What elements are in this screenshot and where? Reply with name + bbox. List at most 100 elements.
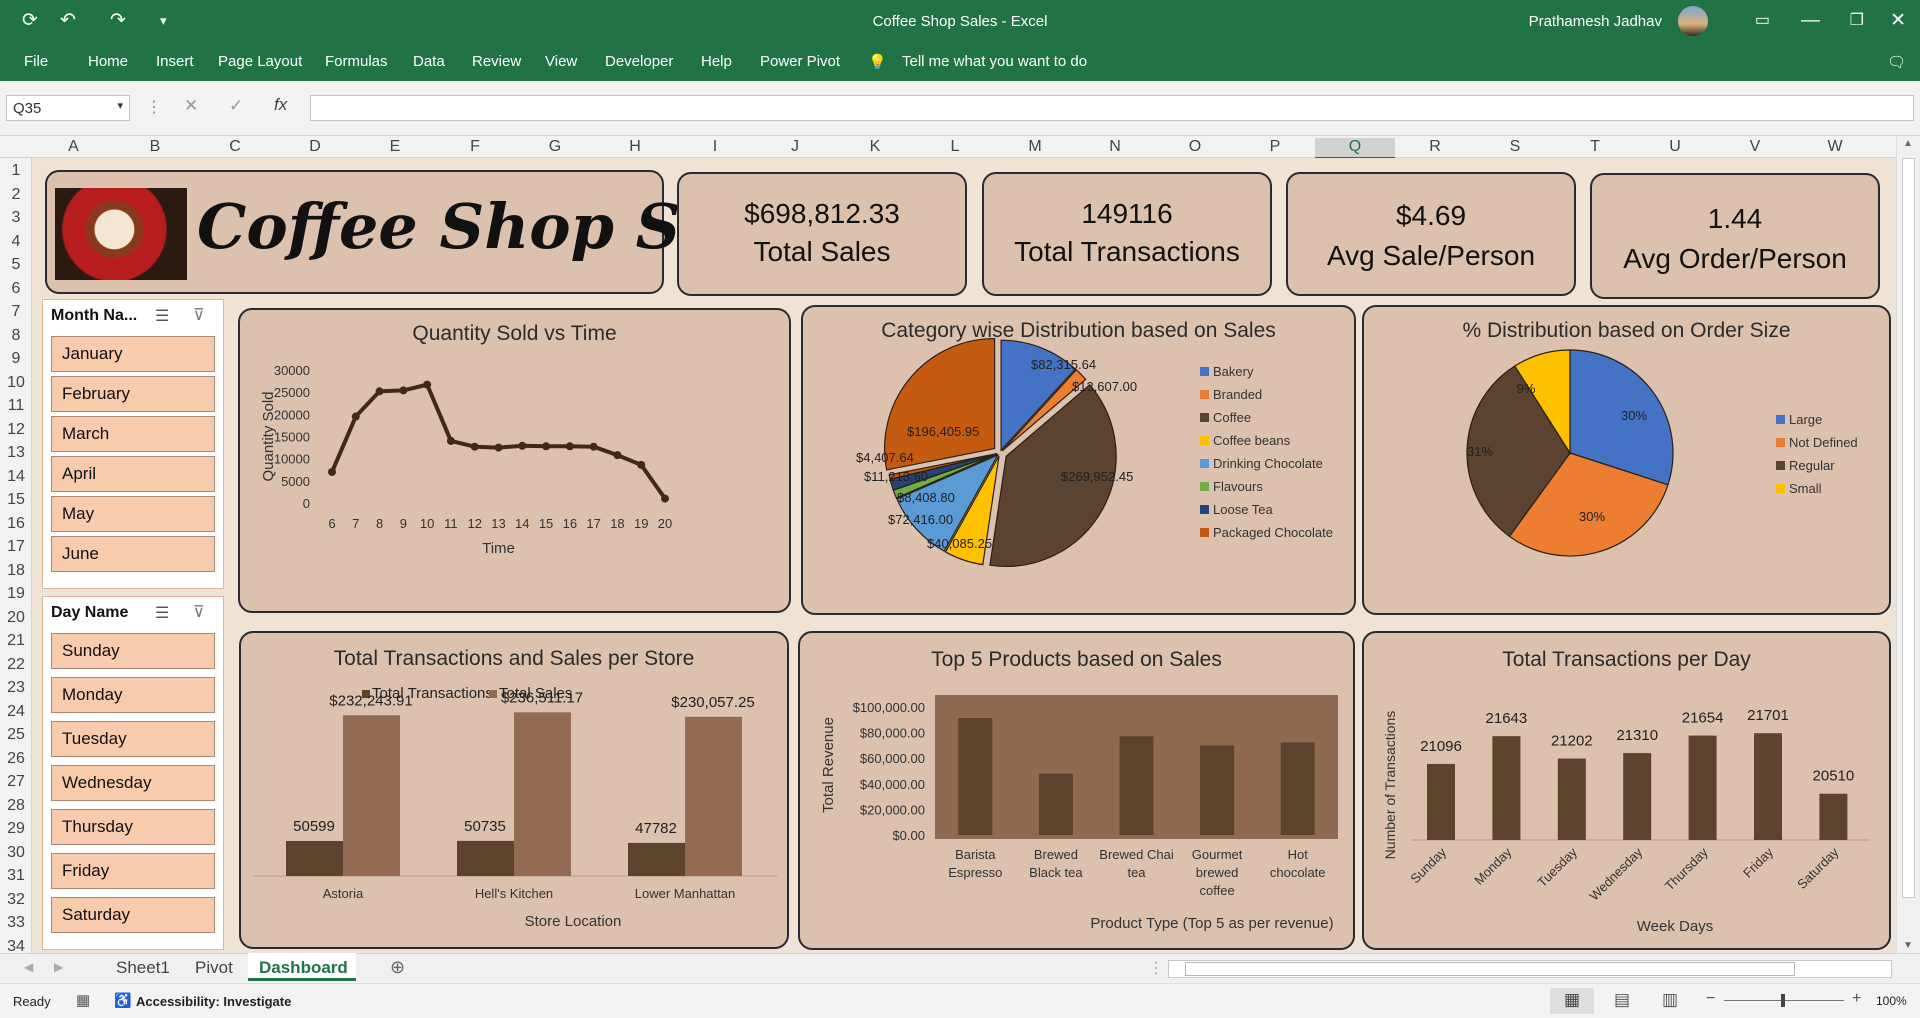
column-header-o[interactable]: O (1155, 138, 1235, 156)
row-header-10[interactable]: 10 (0, 374, 32, 392)
insert-function-icon[interactable]: fx (274, 95, 287, 115)
zoom-out-icon[interactable]: − (1706, 990, 1715, 1008)
more-options-icon[interactable]: ⋮ (146, 97, 162, 117)
multi-select-icon[interactable]: ☰ (155, 603, 169, 623)
user-name[interactable]: Prathamesh Jadhav (1529, 13, 1662, 30)
accessibility-icon[interactable]: ♿ (114, 992, 131, 1009)
row-header-7[interactable]: 7 (0, 303, 32, 321)
zoom-slider-handle[interactable] (1781, 994, 1785, 1007)
store-chart-card[interactable]: Total Transactions and Sales per Store T… (239, 631, 789, 949)
confirm-entry-icon[interactable]: ✓ (229, 96, 243, 116)
row-header-16[interactable]: 16 (0, 515, 32, 533)
menu-power-pivot[interactable]: Power Pivot (760, 53, 840, 70)
menu-data[interactable]: Data (413, 53, 445, 70)
row-header-8[interactable]: 8 (0, 327, 32, 345)
comments-icon[interactable]: 🗨 (1887, 53, 1906, 71)
close-icon[interactable]: ✕ (1890, 10, 1906, 32)
scroll-thumb[interactable] (1902, 158, 1915, 898)
column-header-d[interactable]: D (275, 138, 355, 156)
column-header-v[interactable]: V (1715, 138, 1795, 156)
column-header-g[interactable]: G (515, 138, 595, 156)
row-header-32[interactable]: 32 (0, 891, 32, 909)
menu-view[interactable]: View (545, 53, 577, 70)
row-header-31[interactable]: 31 (0, 867, 32, 885)
column-header-n[interactable]: N (1075, 138, 1155, 156)
restore-icon[interactable]: ❐ (1850, 10, 1864, 32)
clear-filter-icon[interactable]: ⊽ (193, 305, 205, 325)
column-header-h[interactable]: H (595, 138, 675, 156)
slicer-item-january[interactable]: January (51, 336, 215, 372)
horizontal-scrollbar[interactable] (1168, 960, 1892, 978)
row-header-24[interactable]: 24 (0, 703, 32, 721)
row-header-2[interactable]: 2 (0, 186, 32, 204)
macro-record-icon[interactable]: ▦ (76, 991, 90, 1009)
minimize-icon[interactable]: — (1801, 10, 1820, 32)
slicer-item-sunday[interactable]: Sunday (51, 633, 215, 669)
tab-dashboard[interactable]: Dashboard (248, 953, 356, 981)
row-header-14[interactable]: 14 (0, 468, 32, 486)
column-header-c[interactable]: C (195, 138, 275, 156)
vertical-scrollbar[interactable]: ▲ ▼ (1896, 136, 1920, 953)
column-header-e[interactable]: E (355, 138, 435, 156)
column-header-f[interactable]: F (435, 138, 515, 156)
page-layout-view-icon[interactable]: ▤ (1614, 990, 1630, 1010)
column-header-m[interactable]: M (995, 138, 1075, 156)
tab-sheet1[interactable]: Sheet1 (116, 958, 170, 978)
row-header-6[interactable]: 6 (0, 280, 32, 298)
accessibility-status[interactable]: Accessibility: Investigate (136, 994, 291, 1009)
line-chart-card[interactable]: Quantity Sold vs Time 0 5000 10000 15000 200… (238, 308, 791, 613)
page-break-view-icon[interactable]: ▥ (1662, 990, 1678, 1010)
slicer-item-tuesday[interactable]: Tuesday (51, 721, 215, 757)
order-size-pie-card[interactable]: % Distribution based on Order Size 30% 30… (1362, 305, 1891, 615)
column-header-u[interactable]: U (1635, 138, 1715, 156)
column-header-s[interactable]: S (1475, 138, 1555, 156)
column-header-i[interactable]: I (675, 138, 755, 156)
slicer-item-saturday[interactable]: Saturday (51, 897, 215, 933)
next-sheet-icon[interactable]: ▶ (54, 960, 63, 974)
normal-view-button[interactable]: ▦ (1550, 988, 1594, 1014)
row-header-17[interactable]: 17 (0, 538, 32, 556)
column-header-r[interactable]: R (1395, 138, 1475, 156)
column-header-k[interactable]: K (835, 138, 915, 156)
row-header-30[interactable]: 30 (0, 844, 32, 862)
column-header-p[interactable]: P (1235, 138, 1315, 156)
category-pie-card[interactable]: Category wise Distribution based on Sale… (801, 305, 1356, 615)
row-header-9[interactable]: 9 (0, 350, 32, 368)
slicer-item-friday[interactable]: Friday (51, 853, 215, 889)
row-header-12[interactable]: 12 (0, 421, 32, 439)
slicer-item-thursday[interactable]: Thursday (51, 809, 215, 845)
slicer-item-wednesday[interactable]: Wednesday (51, 765, 215, 801)
row-header-19[interactable]: 19 (0, 585, 32, 603)
slicer-item-april[interactable]: April (51, 456, 215, 492)
column-header-j[interactable]: J (755, 138, 835, 156)
cancel-entry-icon[interactable]: ✕ (184, 96, 198, 116)
row-header-33[interactable]: 33 (0, 914, 32, 932)
row-header-15[interactable]: 15 (0, 491, 32, 509)
clear-filter-icon[interactable]: ⊽ (193, 602, 205, 622)
row-header-26[interactable]: 26 (0, 750, 32, 768)
column-header-a[interactable]: A (32, 138, 115, 156)
prev-sheet-icon[interactable]: ◀ (24, 960, 33, 974)
row-header-20[interactable]: 20 (0, 609, 32, 627)
scroll-up-icon[interactable]: ▲ (1903, 138, 1913, 149)
menu-help[interactable]: Help (701, 53, 732, 70)
zoom-level[interactable]: 100% (1876, 994, 1907, 1008)
column-header-l[interactable]: L (915, 138, 995, 156)
tab-pivot[interactable]: Pivot (195, 958, 233, 978)
scroll-thumb[interactable] (1185, 962, 1795, 976)
row-header-3[interactable]: 3 (0, 209, 32, 227)
row-header-28[interactable]: 28 (0, 797, 32, 815)
scroll-down-icon[interactable]: ▼ (1903, 940, 1913, 951)
row-header-25[interactable]: 25 (0, 726, 32, 744)
slicer-item-may[interactable]: May (51, 496, 215, 532)
avatar[interactable] (1678, 6, 1708, 36)
ribbon-display-icon[interactable]: ▭ (1755, 10, 1770, 32)
row-header-23[interactable]: 23 (0, 679, 32, 697)
name-box[interactable]: Q35 ▾ (6, 95, 130, 121)
zoom-in-icon[interactable]: + (1852, 990, 1861, 1008)
row-header-5[interactable]: 5 (0, 256, 32, 274)
row-header-4[interactable]: 4 (0, 233, 32, 251)
tab-split-icon[interactable]: ⋮ (1148, 958, 1164, 978)
menu-developer[interactable]: Developer (605, 53, 673, 70)
row-header-18[interactable]: 18 (0, 562, 32, 580)
